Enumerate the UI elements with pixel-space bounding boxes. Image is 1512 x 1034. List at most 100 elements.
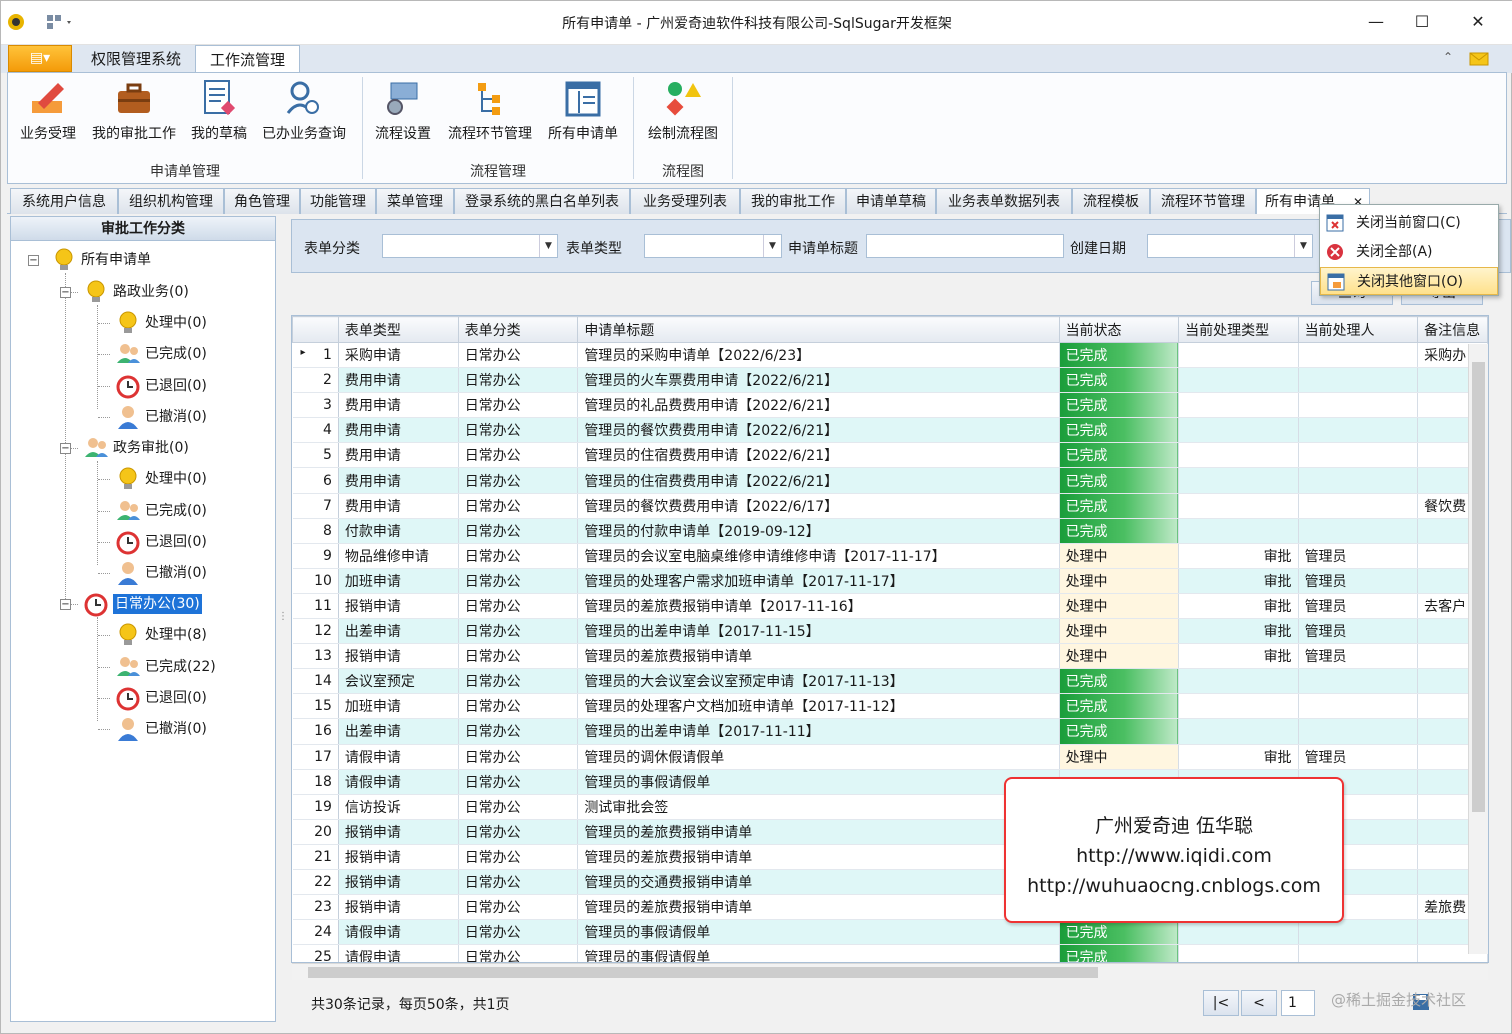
tree-node-government-completed[interactable]: 已完成(0)	[115, 498, 207, 524]
clock-icon	[115, 373, 141, 399]
column-header[interactable]: 表单类型	[337, 316, 459, 343]
doctab-roles[interactable]: 角色管理	[224, 188, 300, 214]
doctab-drafts[interactable]: 申请单草稿	[846, 188, 936, 214]
prev-page-button[interactable]: <	[1241, 990, 1277, 1016]
flow-settings-button[interactable]: 流程设置	[368, 79, 438, 149]
table-row[interactable]: 9 物品维修申请 日常办公 管理员的会议室电脑桌维修申请维修申请【2017-11-17…	[292, 543, 1488, 569]
category-tree: − 所有申请单 − 路政业务(0) 处理中(0) 已完成(0) 已退回(0) 已撤消(0) − 政…	[11, 241, 275, 1021]
table-row[interactable]: ▸ 1 采购申请 日常办公 管理员的采购申请单【2022/6/23】 已完成 采购办	[292, 342, 1488, 369]
page-number-input[interactable]: 1	[1281, 990, 1315, 1016]
tree-node-road[interactable]: 路政业务(0)	[83, 279, 189, 305]
my-approval-button[interactable]: 我的审批工作	[86, 79, 182, 149]
chevron-down-icon[interactable]: ▼	[1294, 235, 1312, 257]
business-accept-button[interactable]: 业务受理	[12, 79, 84, 149]
doctab-business-list[interactable]: 业务受理列表	[630, 188, 740, 214]
table-row[interactable]: 24 请假申请 日常办公 管理员的事假请假单 已完成	[292, 919, 1488, 946]
tree-node-root[interactable]: 所有申请单	[51, 247, 151, 273]
tree-node-government[interactable]: 政务审批(0)	[83, 435, 189, 461]
doctab-org[interactable]: 组织机构管理	[118, 188, 224, 214]
close-window-button[interactable]: ✕	[1455, 7, 1501, 37]
tree-node-daily-returned[interactable]: 已退回(0)	[115, 685, 207, 711]
table-cell: 已完成	[1059, 417, 1180, 444]
chevron-down-icon[interactable]: ▼	[763, 235, 781, 257]
tree-node-daily-processing[interactable]: 处理中(8)	[115, 622, 207, 648]
tree-node-road-completed[interactable]: 已完成(0)	[115, 341, 207, 367]
column-header[interactable]: 当前处理人	[1297, 316, 1419, 343]
table-row[interactable]: 15 加班申请 日常办公 管理员的处理客户文档加班申请单【2017-11-12】 已完成	[292, 693, 1488, 720]
minimize-button[interactable]: —	[1353, 7, 1399, 37]
column-header[interactable]: 当前处理类型	[1178, 316, 1299, 343]
form-type-select[interactable]: ▼	[644, 234, 782, 258]
close-others-menu-item[interactable]: 关闭其他窗口(O)	[1320, 267, 1498, 295]
tree-node-daily[interactable]: 日常办公(30)	[83, 591, 202, 617]
file-menu-button[interactable]: ▤▾	[8, 45, 72, 72]
collapse-toggle[interactable]: −	[60, 443, 71, 455]
doctab-system-users[interactable]: 系统用户信息	[10, 188, 118, 214]
doctab-functions[interactable]: 功能管理	[300, 188, 376, 214]
doctab-blacklist[interactable]: 登录系统的黑白名单列表	[454, 188, 630, 214]
tree-node-road-returned[interactable]: 已退回(0)	[115, 373, 207, 399]
doctab-form-data[interactable]: 业务表单数据列表	[936, 188, 1072, 214]
collapse-toggle[interactable]: −	[28, 255, 39, 266]
table-row[interactable]: 17 请假申请 日常办公 管理员的调休假请假单 处理中 审批 管理员	[292, 744, 1488, 770]
tree-node-government-returned[interactable]: 已退回(0)	[115, 529, 207, 555]
column-header[interactable]: 备注信息	[1417, 316, 1488, 343]
table-row[interactable]: 5 费用申请 日常办公 管理员的住宿费费用申请【2022/6/21】 已完成	[292, 442, 1488, 469]
table-row[interactable]: 25 请假申请 日常办公 管理员的事假请假单 已完成	[292, 944, 1488, 962]
column-header[interactable]: 表单分类	[457, 316, 579, 343]
table-row[interactable]: 16 出差申请 日常办公 管理员的出差申请单【2017-11-11】 已完成	[292, 718, 1488, 745]
create-date-picker[interactable]: ▼	[1147, 234, 1313, 258]
collapse-ribbon-icon[interactable]: ⌃	[1443, 50, 1453, 64]
doctab-my-approval[interactable]: 我的审批工作	[740, 188, 846, 214]
table-row[interactable]: 8 付款申请 日常办公 管理员的付款申请单【2019-09-12】 已完成	[292, 518, 1488, 544]
table-row[interactable]: 4 费用申请 日常办公 管理员的餐饮费费用申请【2022/6/21】 已完成	[292, 417, 1488, 444]
table-row[interactable]: 13 报销申请 日常办公 管理员的差旅费报销申请单 处理中 审批 管理员	[292, 643, 1488, 670]
close-all-menu-item[interactable]: 关闭全部(A)	[1320, 238, 1498, 266]
scroll-thumb[interactable]	[1472, 362, 1485, 812]
form-category-select[interactable]: ▼	[382, 234, 558, 258]
table-row[interactable]: 10 加班申请 日常办公 管理员的处理客户需求加班申请单【2017-11-17】 处理中…	[292, 568, 1488, 594]
chevron-down-icon[interactable]: ▼	[539, 235, 557, 257]
table-row[interactable]: 14 会议室预定 日常办公 管理员的大会议室会议室预定申请【2017-11-13】 已完…	[292, 668, 1488, 695]
column-header[interactable]: 申请单标题	[577, 316, 1060, 343]
scroll-thumb[interactable]	[308, 967, 1098, 978]
all-applications-button[interactable]: 所有申请单	[542, 79, 624, 149]
table-row[interactable]: 11 报销申请 日常办公 管理员的差旅费报销申请单【2017-11-16】 处理中 审批管…	[292, 593, 1488, 620]
collapse-toggle[interactable]: −	[60, 287, 71, 298]
table-row[interactable]: 12 出差申请 日常办公 管理员的出差申请单【2017-11-15】 处理中 审批 管理员	[292, 618, 1488, 645]
column-header[interactable]: 当前状态	[1058, 316, 1180, 343]
draw-flowchart-button[interactable]: 绘制流程图	[640, 79, 726, 149]
doctab-menus[interactable]: 菜单管理	[376, 188, 454, 214]
flow-node-label: 流程环节管理	[448, 126, 532, 142]
table-row[interactable]: 3 费用申请 日常办公 管理员的礼品费费用申请【2022/6/21】 已完成	[292, 392, 1488, 419]
tab-permission[interactable]: 权限管理系统	[77, 45, 195, 73]
table-row[interactable]: 7 费用申请 日常办公 管理员的餐饮费费用申请【2022/6/17】 已完成 餐饮费	[292, 493, 1488, 519]
mail-icon[interactable]	[1469, 51, 1489, 67]
briefcase-icon	[118, 83, 150, 113]
first-page-button[interactable]: |<	[1203, 990, 1239, 1016]
tree-node-road-processing[interactable]: 处理中(0)	[115, 310, 207, 336]
done-query-button[interactable]: 已办业务查询	[256, 79, 352, 149]
tree-node-road-cancelled[interactable]: 已撤消(0)	[115, 404, 207, 430]
tree-node-government-processing[interactable]: 处理中(0)	[115, 466, 207, 492]
table-row[interactable]: 2 费用申请 日常办公 管理员的火车票费用申请【2022/6/21】 已完成	[292, 367, 1488, 394]
close-current-menu-item[interactable]: 关闭当前窗口(C)	[1320, 209, 1498, 237]
my-draft-button[interactable]: 我的草稿	[184, 79, 254, 149]
doctab-flow-nodes[interactable]: 流程环节管理	[1150, 188, 1256, 214]
tab-workflow[interactable]: 工作流管理	[195, 45, 301, 73]
tree-node-daily-cancelled[interactable]: 已撤消(0)	[115, 716, 207, 742]
title-input[interactable]	[866, 234, 1064, 258]
table-cell: 处理中	[1059, 744, 1180, 770]
grid-vertical-scrollbar[interactable]	[1468, 344, 1488, 954]
table-cell	[1178, 392, 1299, 419]
splitter-handle[interactable]: ⋮	[278, 611, 288, 622]
table-cell: 测试审批会签	[577, 794, 1060, 820]
flow-node-button[interactable]: 流程环节管理	[440, 79, 540, 149]
maximize-button[interactable]: ☐	[1399, 7, 1445, 37]
table-row[interactable]: 6 费用申请 日常办公 管理员的住宿费费用申请【2022/6/21】 已完成	[292, 467, 1488, 494]
tree-node-daily-completed[interactable]: 已完成(22)	[115, 654, 216, 680]
collapse-toggle[interactable]: −	[60, 599, 71, 611]
doctab-templates[interactable]: 流程模板	[1072, 188, 1150, 214]
grid-horizontal-scrollbar[interactable]	[292, 963, 1488, 980]
tree-node-government-cancelled[interactable]: 已撤消(0)	[115, 560, 207, 586]
